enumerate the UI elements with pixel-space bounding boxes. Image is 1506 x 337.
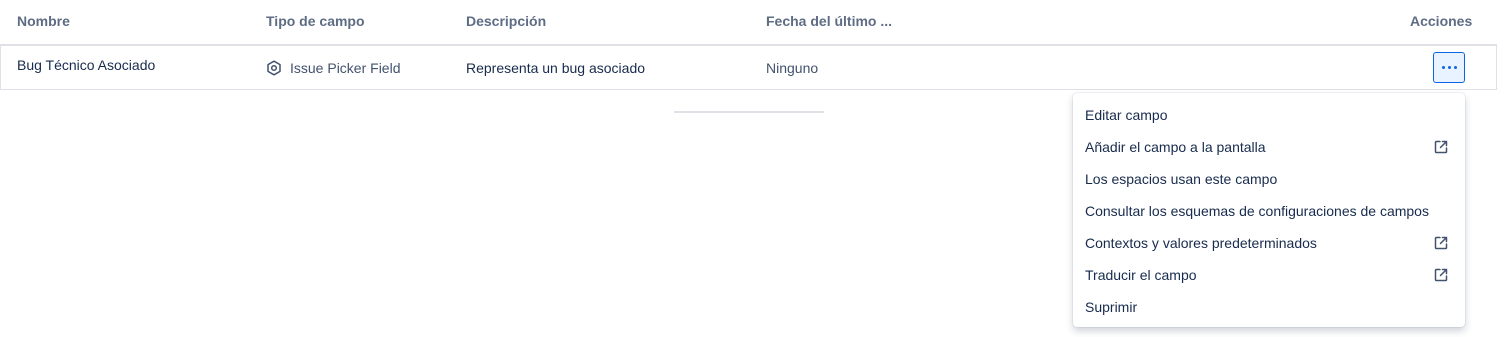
menu-item-add-to-screen[interactable]: Añadir el campo a la pantalla — [1073, 131, 1465, 163]
hexagon-gear-icon — [266, 60, 282, 76]
menu-item-view-field-config-schemes[interactable]: Consultar los esquemas de configuracione… — [1073, 195, 1465, 227]
menu-item-label: Editar campo — [1085, 107, 1168, 123]
external-link-icon — [1433, 267, 1449, 283]
menu-item-label: Añadir el campo a la pantalla — [1085, 139, 1266, 155]
menu-item-edit-field[interactable]: Editar campo — [1073, 99, 1465, 131]
pagination-divider — [674, 111, 824, 113]
menu-item-translate-field[interactable]: Traducir el campo — [1073, 259, 1465, 291]
field-last-date: Ninguno — [766, 60, 819, 76]
menu-item-spaces-using-field[interactable]: Los espacios usan este campo — [1073, 163, 1465, 195]
actions-menu: Editar campo Añadir el campo a la pantal… — [1073, 93, 1465, 327]
menu-item-label: Consultar los esquemas de configuracione… — [1085, 203, 1429, 219]
column-header-last-date[interactable]: Fecha del último ... — [766, 13, 892, 29]
column-header-type[interactable]: Tipo de campo — [266, 13, 365, 29]
external-link-icon — [1433, 235, 1449, 251]
more-horizontal-icon — [1441, 66, 1457, 69]
column-header-name[interactable]: Nombre — [17, 13, 70, 29]
field-type: Issue Picker Field — [266, 60, 400, 76]
column-header-actions: Acciones — [1410, 13, 1473, 29]
menu-item-delete[interactable]: Suprimir — [1073, 291, 1465, 323]
external-link-icon — [1433, 139, 1449, 155]
menu-item-label: Suprimir — [1085, 299, 1138, 315]
menu-item-label: Contextos y valores predeterminados — [1085, 235, 1317, 251]
more-actions-button[interactable] — [1433, 52, 1465, 83]
menu-item-label: Los espacios usan este campo — [1085, 171, 1278, 187]
field-name: Bug Técnico Asociado — [17, 57, 156, 73]
column-header-description[interactable]: Descripción — [466, 13, 546, 29]
menu-item-label: Traducir el campo — [1085, 267, 1197, 283]
menu-item-contexts-defaults[interactable]: Contextos y valores predeterminados — [1073, 227, 1465, 259]
table-row: Bug Técnico Asociado Issue Picker Field … — [0, 45, 1497, 90]
table-header: Nombre Tipo de campo Descripción Fecha d… — [0, 0, 1497, 46]
custom-fields-page: Nombre Tipo de campo Descripción Fecha d… — [0, 0, 1506, 337]
field-description: Representa un bug asociado — [466, 60, 646, 76]
field-type-label: Issue Picker Field — [290, 60, 401, 76]
